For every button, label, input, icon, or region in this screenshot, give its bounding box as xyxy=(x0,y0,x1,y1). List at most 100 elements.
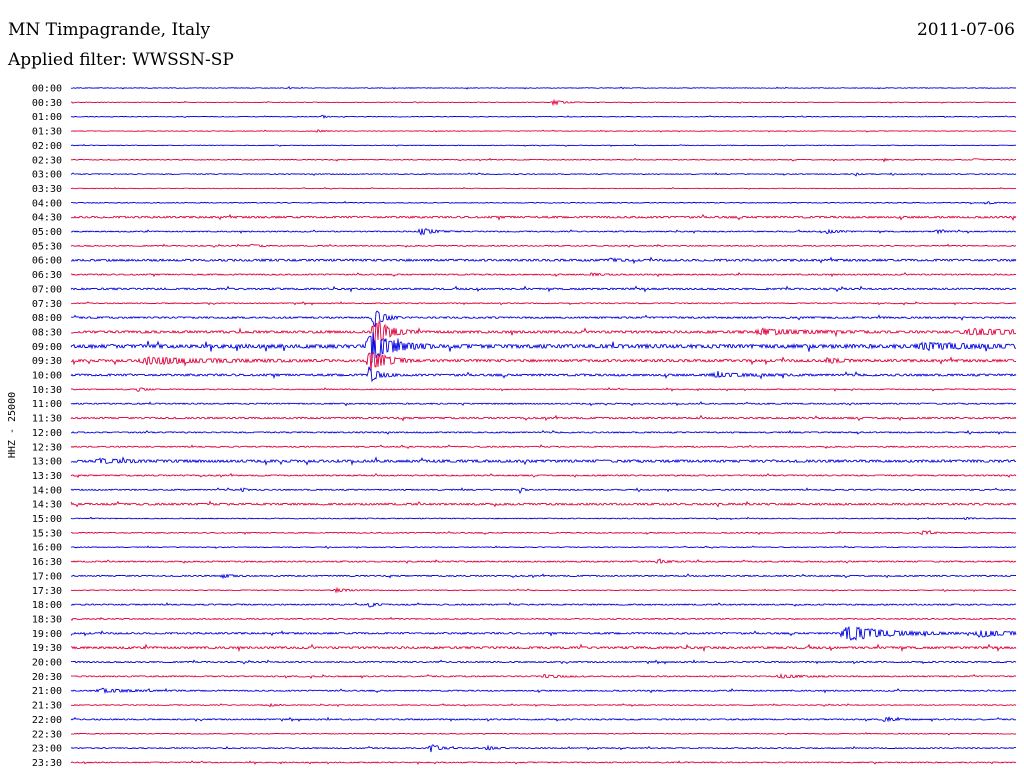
trace-line xyxy=(70,586,1017,594)
time-label: 00:30 xyxy=(32,98,62,109)
trace-line xyxy=(70,213,1017,221)
trace-line xyxy=(71,573,1016,580)
time-label: 10:30 xyxy=(32,385,62,396)
trace-line xyxy=(71,529,1017,536)
trace-line xyxy=(71,732,1016,736)
time-label: 15:30 xyxy=(32,528,62,539)
time-label: 03:30 xyxy=(32,184,62,195)
time-label: 02:00 xyxy=(32,141,62,152)
time-label: 02:30 xyxy=(32,155,62,166)
trace-line xyxy=(70,414,1017,422)
trace-line xyxy=(70,332,1017,363)
time-label: 18:30 xyxy=(32,614,62,625)
channel-label: HHZ - 25000 xyxy=(7,392,18,458)
time-label: 01:00 xyxy=(32,112,62,123)
time-label: 13:30 xyxy=(32,471,62,482)
trace-line xyxy=(71,643,1017,653)
trace-line xyxy=(71,429,1017,435)
seismogram-chart: 00:00 00:30 01:00 01:30 02:00 02:30 03:00 03:30… xyxy=(7,84,1017,769)
trace-line xyxy=(70,601,1017,608)
trace-line xyxy=(70,243,1017,248)
trace-line xyxy=(70,558,1017,564)
time-label: 06:30 xyxy=(32,270,62,281)
time-label: 08:30 xyxy=(32,327,62,338)
time-label: 18:00 xyxy=(32,600,62,611)
trace-line xyxy=(70,760,1017,765)
time-label: 11:00 xyxy=(32,399,62,410)
time-label: 16:00 xyxy=(32,543,62,554)
trace-line xyxy=(70,366,1017,383)
time-label: 21:30 xyxy=(32,701,62,712)
time-label: 00:00 xyxy=(32,84,62,95)
time-label: 12:00 xyxy=(32,428,62,439)
time-label-group: 00:00 00:30 01:00 01:30 02:00 02:30 03:00 03:30… xyxy=(32,84,62,769)
trace-line xyxy=(71,702,1017,708)
trace-line xyxy=(70,500,1017,508)
trace-line xyxy=(70,444,1017,450)
trace-line xyxy=(71,200,1017,205)
trace-line xyxy=(70,401,1017,407)
time-label: 06:00 xyxy=(32,256,62,267)
time-label: 07:30 xyxy=(32,299,62,310)
trace-line xyxy=(70,143,1017,147)
trace-line xyxy=(70,114,1017,119)
trace-line xyxy=(70,456,1016,467)
trace-line xyxy=(71,129,1017,133)
trace-line xyxy=(70,516,1017,521)
trace-line xyxy=(70,187,1017,190)
time-label: 20:30 xyxy=(32,672,62,683)
time-label: 10:00 xyxy=(32,371,62,382)
time-label: 09:00 xyxy=(32,342,62,353)
trace-line xyxy=(70,86,1017,90)
trace-line xyxy=(70,272,1017,278)
time-label: 05:30 xyxy=(32,241,62,252)
time-label: 13:00 xyxy=(32,457,62,468)
time-label: 01:30 xyxy=(32,127,62,138)
time-label: 19:30 xyxy=(32,643,62,654)
time-label: 19:00 xyxy=(32,629,62,640)
trace-line xyxy=(71,228,1017,236)
trace-line xyxy=(70,672,1017,679)
time-label: 23:30 xyxy=(32,758,62,769)
time-label: 04:30 xyxy=(32,213,62,224)
trace-line xyxy=(70,285,1017,293)
trace-line xyxy=(70,716,1017,723)
time-label: 07:00 xyxy=(32,284,62,295)
time-label: 11:30 xyxy=(32,414,62,425)
trace-line xyxy=(70,172,1017,177)
time-label: 22:00 xyxy=(32,715,62,726)
time-label: 23:00 xyxy=(32,744,62,755)
trace-line xyxy=(70,616,1017,621)
time-label: 03:00 xyxy=(32,170,62,181)
time-label: 09:30 xyxy=(32,356,62,367)
trace-line xyxy=(70,545,1017,550)
trace-line xyxy=(70,98,1017,107)
trace-line xyxy=(70,487,1017,495)
time-label: 22:30 xyxy=(32,729,62,740)
time-label: 20:00 xyxy=(32,658,62,669)
time-label: 08:00 xyxy=(32,313,62,324)
trace-line xyxy=(71,387,1017,392)
trace-line xyxy=(70,626,1017,641)
trace-line xyxy=(70,256,1017,265)
time-label: 05:00 xyxy=(32,227,62,238)
time-label: 16:30 xyxy=(32,557,62,568)
time-label: 14:00 xyxy=(32,485,62,496)
time-label: 14:30 xyxy=(32,500,62,511)
trace-line xyxy=(70,744,1016,753)
time-label: 17:00 xyxy=(32,571,62,582)
trace-line xyxy=(71,310,1017,327)
trace-line xyxy=(70,352,1017,373)
trace-group xyxy=(70,86,1017,765)
trace-line xyxy=(70,659,1017,665)
time-label: 04:00 xyxy=(32,198,62,209)
time-label: 17:30 xyxy=(32,586,62,597)
trace-line xyxy=(71,300,1017,306)
trace-line xyxy=(70,472,1017,479)
time-label: 21:00 xyxy=(32,686,62,697)
time-label: 15:00 xyxy=(32,514,62,525)
trace-line xyxy=(70,687,1017,695)
trace-line xyxy=(70,320,1017,346)
time-label: 12:30 xyxy=(32,442,62,453)
trace-line xyxy=(70,157,1017,163)
